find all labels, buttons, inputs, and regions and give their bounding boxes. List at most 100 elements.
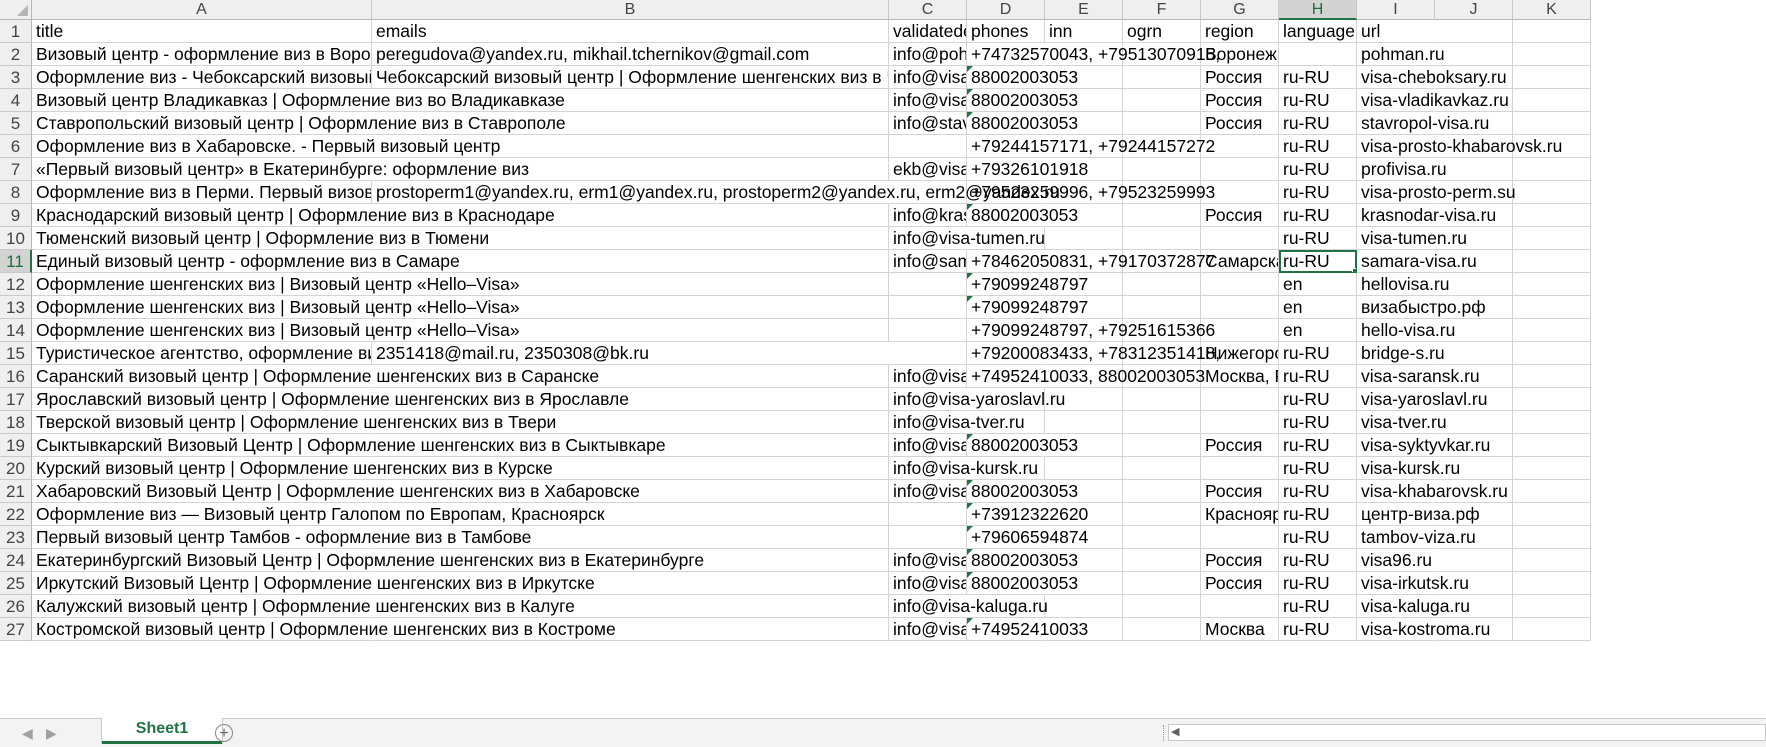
cell-h26[interactable]: ru-RU <box>1279 595 1357 618</box>
cell-i18[interactable]: visa-tver.ru <box>1357 411 1447 434</box>
cell-f9[interactable] <box>1123 204 1201 227</box>
cell-h19[interactable]: ru-RU <box>1279 434 1357 457</box>
row-header[interactable]: 3 <box>0 66 32 89</box>
cell-g24[interactable]: Россия <box>1201 549 1279 572</box>
cell-d22[interactable]: +73912322620 <box>967 503 1088 526</box>
row-header[interactable]: 26 <box>0 595 32 618</box>
cell-k24[interactable] <box>1513 549 1591 572</box>
cell-a27[interactable]: Костромской визовый центр | Оформление ш… <box>32 618 616 641</box>
cell-a20[interactable]: Курский визовый центр | Оформление шенге… <box>32 457 553 480</box>
cell-i23[interactable]: tambov-viza.ru <box>1357 526 1476 549</box>
cell-c4[interactable]: info@visa-vladikavkaz.ru <box>889 89 967 112</box>
cell-k5[interactable] <box>1513 112 1591 135</box>
cell-g20[interactable] <box>1201 457 1279 480</box>
cell-k12[interactable] <box>1513 273 1591 296</box>
cell-i4[interactable]: visa-vladikavkaz.ru <box>1357 89 1509 112</box>
number-as-text-indicator-icon[interactable] <box>967 204 973 210</box>
row-header[interactable]: 16 <box>0 365 32 388</box>
cell-i1[interactable]: url <box>1357 20 1435 43</box>
cell-a7[interactable]: «Первый визовый центр» в Екатеринбурге: … <box>32 158 529 181</box>
row-header[interactable]: 27 <box>0 618 32 641</box>
cell-g7[interactable] <box>1201 158 1279 181</box>
cell-d21[interactable]: 88002003053 <box>967 480 1078 503</box>
cell-d24[interactable]: 88002003053 <box>967 549 1078 572</box>
cell-a14[interactable]: Оформление шенгенских виз | Визовый цент… <box>32 319 520 342</box>
cell-k2[interactable] <box>1513 43 1591 66</box>
cell-g17[interactable] <box>1201 388 1279 411</box>
cell-h2[interactable] <box>1279 43 1357 66</box>
cell-f26[interactable] <box>1123 595 1201 618</box>
cell-f10[interactable] <box>1123 227 1201 250</box>
column-header-k[interactable]: K <box>1513 0 1591 20</box>
cell-h23[interactable]: ru-RU <box>1279 526 1357 549</box>
cell-h3[interactable]: ru-RU <box>1279 66 1357 89</box>
cell-g23[interactable] <box>1201 526 1279 549</box>
cell-i21[interactable]: visa-khabarovsk.ru <box>1357 480 1508 503</box>
cell-i13[interactable]: визабыстро.рф <box>1357 296 1486 319</box>
cell-d19[interactable]: 88002003053 <box>967 434 1078 457</box>
number-as-text-indicator-icon[interactable] <box>967 434 973 440</box>
row-header[interactable]: 17 <box>0 388 32 411</box>
cell-d7[interactable]: +79326101918 <box>967 158 1088 181</box>
cell-b15[interactable]: 2351418@mail.ru, 2350308@bk.ru <box>372 342 889 365</box>
cell-f21[interactable] <box>1123 480 1201 503</box>
cell-a17[interactable]: Ярославский визовый центр | Оформление ш… <box>32 388 629 411</box>
cell-c23[interactable] <box>889 526 967 549</box>
cell-i20[interactable]: visa-kursk.ru <box>1357 457 1460 480</box>
cell-d5[interactable]: 88002003053 <box>967 112 1078 135</box>
cell-h22[interactable]: ru-RU <box>1279 503 1357 526</box>
cell-g25[interactable]: Россия <box>1201 572 1279 595</box>
cell-k10[interactable] <box>1513 227 1591 250</box>
row-header[interactable]: 24 <box>0 549 32 572</box>
row-header[interactable]: 25 <box>0 572 32 595</box>
cell-a2[interactable]: Визовый центр - оформление виз в Воронеж… <box>32 43 372 66</box>
cell-a5[interactable]: Ставропольский визовый центр | Оформлени… <box>32 112 566 135</box>
cell-i8[interactable]: visa-prosto-perm.su <box>1357 181 1516 204</box>
cell-f25[interactable] <box>1123 572 1201 595</box>
cell-h27[interactable]: ru-RU <box>1279 618 1357 641</box>
row-header[interactable]: 22 <box>0 503 32 526</box>
cell-a13[interactable]: Оформление шенгенских виз | Визовый цент… <box>32 296 520 319</box>
cell-c10[interactable]: info@visa-tumen.ru <box>889 227 1045 250</box>
cell-f5[interactable] <box>1123 112 1201 135</box>
column-header-a[interactable]: A <box>32 0 372 20</box>
cell-j18[interactable] <box>1435 411 1513 434</box>
cell-b8[interactable]: prostoperm1@yandex.ru, erm1@yandex.ru, p… <box>372 181 1060 204</box>
cell-f27[interactable] <box>1123 618 1201 641</box>
cell-c16[interactable]: info@visa-saransk.ru <box>889 365 967 388</box>
cell-f1[interactable]: ogrn <box>1123 20 1201 43</box>
cell-c6[interactable] <box>889 135 967 158</box>
cell-i9[interactable]: krasnodar-visa.ru <box>1357 204 1496 227</box>
cell-k3[interactable] <box>1513 66 1591 89</box>
column-header-h[interactable]: H <box>1279 0 1357 20</box>
row-header[interactable]: 21 <box>0 480 32 503</box>
row-header[interactable]: 14 <box>0 319 32 342</box>
cell-k15[interactable] <box>1513 342 1591 365</box>
cell-a25[interactable]: Иркутский Визовый Центр | Оформление шен… <box>32 572 595 595</box>
cell-i25[interactable]: visa-irkutsk.ru <box>1357 572 1469 595</box>
cell-f22[interactable] <box>1123 503 1201 526</box>
number-as-text-indicator-icon[interactable] <box>967 526 973 532</box>
cell-e1[interactable]: inn <box>1045 20 1123 43</box>
cell-c22[interactable] <box>889 503 967 526</box>
cell-a9[interactable]: Краснодарский визовый центр | Оформление… <box>32 204 555 227</box>
cell-g13[interactable] <box>1201 296 1279 319</box>
cell-f18[interactable] <box>1123 411 1201 434</box>
cell-c14[interactable] <box>889 319 967 342</box>
column-header-f[interactable]: F <box>1123 0 1201 20</box>
cell-j15[interactable] <box>1435 342 1513 365</box>
cell-f13[interactable] <box>1123 296 1201 319</box>
cell-h18[interactable]: ru-RU <box>1279 411 1357 434</box>
cell-f19[interactable] <box>1123 434 1201 457</box>
row-header[interactable]: 15 <box>0 342 32 365</box>
cell-g12[interactable] <box>1201 273 1279 296</box>
cell-g9[interactable]: Россия <box>1201 204 1279 227</box>
cell-k23[interactable] <box>1513 526 1591 549</box>
cell-a16[interactable]: Саранский визовый центр | Оформление шен… <box>32 365 599 388</box>
cell-g16[interactable]: Москва, Россия <box>1201 365 1279 388</box>
cell-a18[interactable]: Тверской визовый центр | Оформление шенг… <box>32 411 556 434</box>
cell-i19[interactable]: visa-syktyvkar.ru <box>1357 434 1490 457</box>
cell-k16[interactable] <box>1513 365 1591 388</box>
cell-d2[interactable]: +74732570043, +79513070915, <box>967 43 1220 66</box>
scroll-tabs-right-icon[interactable]: ▶ <box>46 725 57 742</box>
